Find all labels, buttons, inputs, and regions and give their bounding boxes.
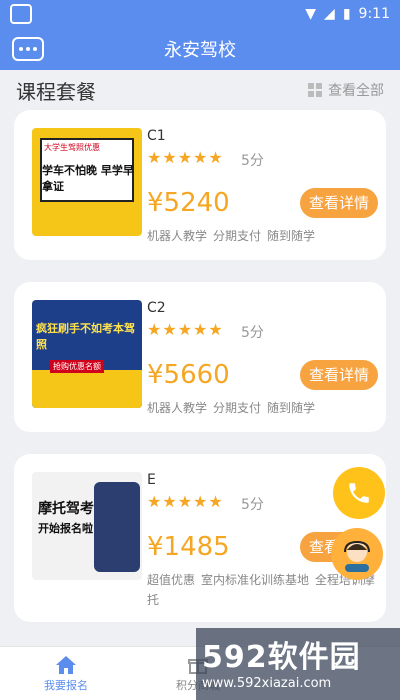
notification-icon xyxy=(10,4,32,24)
wifi-icon: ▼ xyxy=(305,6,317,22)
poster-text-top: 大学生驾照优惠 xyxy=(44,143,100,152)
rating-stars: ★★★★★ xyxy=(147,148,224,167)
poster-text-main: 学车不怕晚 早学早拿证 xyxy=(42,164,134,193)
status-bar: ▼ ◢ ▮ 9:11 xyxy=(0,0,400,28)
grid-icon xyxy=(308,83,322,97)
section-title: 课程套餐 xyxy=(16,79,96,104)
course-name: C1 xyxy=(147,128,166,144)
signal-icon: ◢ xyxy=(324,6,335,22)
rating-score: 5分 xyxy=(241,325,264,341)
view-detail-button[interactable]: 查看详情 xyxy=(300,360,378,390)
more-menu-button[interactable] xyxy=(12,37,44,61)
course-tag: 机器人教学 xyxy=(147,401,208,415)
rating-score: 5分 xyxy=(241,497,264,513)
course-poster: 摩托驾考 开始报名啦 xyxy=(32,472,142,580)
course-tag: 分期支付 xyxy=(213,401,262,415)
course-tag: 分期支付 xyxy=(213,229,262,243)
customer-service-icon xyxy=(344,540,370,572)
page-title: 永安驾校 xyxy=(164,40,236,61)
course-tag: 室内标准化训练基地 xyxy=(201,573,310,587)
section-header: 课程套餐 查看全部 xyxy=(0,70,400,104)
course-card[interactable]: 疯狂刷手不如考本驾照 抢购优惠名额 C2 ★★★★★ 5分 ¥5660 查看详情… xyxy=(14,282,386,432)
status-time: 9:11 xyxy=(358,6,390,22)
phone-icon xyxy=(349,483,369,503)
course-price: ¥5240 xyxy=(147,188,230,218)
call-button[interactable] xyxy=(333,467,385,519)
poster-text-sub: 抢购优惠名额 xyxy=(50,360,104,373)
course-tag: 超值优惠 xyxy=(147,573,196,587)
course-tag: 随到随学 xyxy=(267,401,316,415)
nav-signup[interactable]: 我要报名 xyxy=(0,647,132,700)
battery-icon: ▮ xyxy=(342,6,351,22)
poster-text-sub: 开始报名啦 xyxy=(38,522,93,535)
course-tag: 随到随学 xyxy=(267,229,316,243)
course-tags: 机器人教学 分期支付 随到随学 xyxy=(147,226,377,246)
home-icon xyxy=(56,656,76,674)
watermark-title: 592软件园 xyxy=(202,640,361,675)
app-bar: 永安驾校 xyxy=(0,28,400,70)
course-tags: 机器人教学 分期支付 随到随学 xyxy=(147,398,377,418)
customer-service-button[interactable] xyxy=(331,528,383,580)
view-all-label: 查看全部 xyxy=(328,83,384,99)
poster-text-main: 疯狂刷手不如考本驾照 xyxy=(36,322,135,351)
course-poster: 疯狂刷手不如考本驾照 抢购优惠名额 xyxy=(32,300,142,408)
course-poster: 大学生驾照优惠 学车不怕晚 早学早拿证 xyxy=(32,128,142,236)
nav-signup-label: 我要报名 xyxy=(44,679,88,692)
course-price: ¥1485 xyxy=(147,532,230,562)
watermark-url: www.592xiazai.com xyxy=(202,676,332,691)
course-name: E xyxy=(147,472,156,488)
rating-stars: ★★★★★ xyxy=(147,320,224,339)
course-card[interactable]: 摩托驾考 开始报名啦 E ★★★★★ 5分 ¥1485 查看详情 超值优惠室内标… xyxy=(14,454,386,622)
course-price: ¥5660 xyxy=(147,360,230,390)
view-all-link[interactable]: 查看全部 xyxy=(308,80,384,100)
rating-score: 5分 xyxy=(241,153,264,169)
course-card[interactable]: 大学生驾照优惠 学车不怕晚 早学早拿证 C1 ★★★★★ 5分 ¥5240 查看… xyxy=(14,110,386,260)
poster-text-main: 摩托驾考 xyxy=(38,501,94,517)
view-detail-button[interactable]: 查看详情 xyxy=(300,188,378,218)
rating-stars: ★★★★★ xyxy=(147,492,224,511)
course-tag: 机器人教学 xyxy=(147,229,208,243)
course-name: C2 xyxy=(147,300,166,316)
site-watermark: 592软件园 www.592xiazai.com xyxy=(196,628,400,700)
